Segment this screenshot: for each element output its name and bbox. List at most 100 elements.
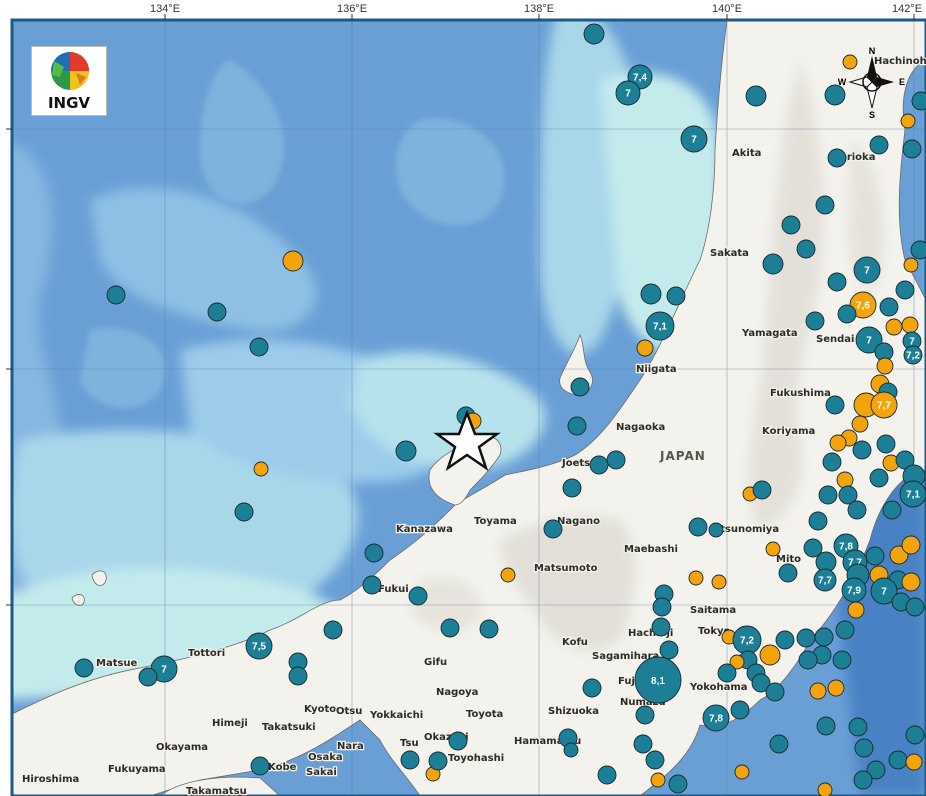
event-marker-deep[interactable] (666, 286, 686, 306)
event-marker-shallow[interactable] (809, 682, 827, 700)
event-marker-deep[interactable] (645, 750, 665, 770)
event-marker-shallow[interactable] (827, 679, 845, 697)
event-marker-shallow[interactable] (901, 535, 921, 555)
event-marker-deep[interactable] (250, 756, 270, 776)
event-marker-deep[interactable] (796, 628, 816, 648)
event-marker-deep[interactable] (364, 543, 384, 563)
event-marker-deep[interactable] (668, 774, 688, 794)
event-marker-deep[interactable] (869, 135, 889, 155)
event-marker-deep[interactable] (848, 717, 868, 737)
event-marker-deep[interactable] (815, 195, 835, 215)
event-marker-deep[interactable] (606, 450, 626, 470)
event-marker-deep[interactable] (323, 620, 343, 640)
event-marker-shallow[interactable] (851, 415, 869, 433)
event-marker-deep[interactable] (659, 640, 679, 660)
event-marker-shallow[interactable] (711, 574, 727, 590)
event-marker-shallow[interactable] (847, 601, 865, 619)
event-marker-deep[interactable] (869, 468, 889, 488)
event-marker-deep[interactable] (876, 434, 896, 454)
event-marker-deep[interactable] (827, 148, 847, 168)
event-marker-deep[interactable] (440, 618, 460, 638)
event-marker-shallow[interactable] (500, 567, 516, 583)
event-marker-shallow[interactable] (282, 250, 304, 272)
event-marker-shallow[interactable] (885, 318, 903, 336)
event-marker-shallow[interactable] (901, 572, 921, 592)
event-marker-deep[interactable] (902, 139, 922, 159)
event-marker-shallow[interactable] (253, 461, 269, 477)
event-marker-deep[interactable] (448, 731, 468, 751)
event-marker-deep[interactable] (781, 215, 801, 235)
event-marker-deep[interactable] (905, 725, 925, 745)
event-marker-deep[interactable] (879, 297, 899, 317)
event-marker-deep[interactable] (814, 627, 834, 647)
event-marker-deep[interactable] (910, 240, 926, 260)
event-marker-deep[interactable] (730, 700, 750, 720)
event-marker-deep[interactable] (808, 511, 828, 531)
event-marker-deep[interactable] (138, 667, 158, 687)
event-marker-deep[interactable] (428, 751, 448, 771)
event-marker-shallow[interactable] (734, 764, 750, 780)
event-marker-deep[interactable] (835, 620, 855, 640)
event-marker-deep[interactable] (745, 85, 767, 107)
event-marker-deep[interactable] (543, 519, 563, 539)
event-marker-shallow[interactable] (636, 339, 654, 357)
event-marker-deep[interactable] (818, 485, 838, 505)
event-marker-deep[interactable] (778, 563, 798, 583)
event-marker-deep[interactable] (562, 478, 582, 498)
event-marker-deep[interactable] (827, 272, 847, 292)
event-marker-deep[interactable] (769, 734, 789, 754)
event-marker-deep[interactable] (762, 253, 784, 275)
event-marker-deep[interactable] (888, 750, 908, 770)
event-marker-deep[interactable] (882, 500, 902, 520)
event-marker-deep[interactable] (635, 705, 655, 725)
event-marker-deep[interactable] (651, 617, 671, 637)
event-marker-shallow[interactable] (905, 753, 923, 771)
event-marker-deep[interactable] (708, 522, 724, 538)
event-marker-deep[interactable] (597, 765, 617, 785)
event-marker-deep[interactable] (640, 283, 662, 305)
event-marker-deep[interactable] (865, 546, 885, 566)
event-marker-deep[interactable] (234, 502, 254, 522)
event-marker-shallow[interactable] (688, 570, 704, 586)
event-marker-deep[interactable] (288, 666, 308, 686)
event-marker-deep[interactable] (847, 500, 867, 520)
event-marker-deep[interactable] (582, 678, 602, 698)
event-marker-deep[interactable] (567, 416, 587, 436)
event-marker-deep[interactable] (816, 716, 836, 736)
event-marker-shallow[interactable] (759, 644, 781, 666)
event-marker-deep[interactable] (825, 395, 845, 415)
event-marker-deep[interactable] (765, 682, 785, 702)
event-marker-deep[interactable] (911, 91, 926, 111)
event-marker-deep[interactable] (362, 575, 382, 595)
event-marker-deep[interactable] (824, 84, 846, 106)
event-marker-deep[interactable] (395, 440, 417, 462)
event-marker-deep[interactable] (570, 377, 590, 397)
event-marker-deep[interactable] (832, 650, 852, 670)
event-marker-deep[interactable] (798, 650, 818, 670)
event-marker-deep[interactable] (796, 239, 816, 259)
event-marker-deep[interactable] (207, 302, 227, 322)
event-marker-deep[interactable] (854, 738, 874, 758)
event-marker-shallow[interactable] (876, 357, 894, 375)
event-marker-deep[interactable] (905, 597, 925, 617)
map-view[interactable]: 134°E 136°E 138°E 140°E 142°E Hachinohe … (0, 0, 926, 796)
event-marker-deep[interactable] (717, 663, 737, 683)
event-marker-shallow[interactable] (903, 257, 919, 273)
event-marker-deep[interactable] (895, 280, 915, 300)
event-marker-deep[interactable] (589, 455, 609, 475)
event-marker-shallow[interactable] (900, 113, 916, 129)
event-marker-deep[interactable] (852, 440, 872, 460)
event-marker-deep[interactable] (837, 304, 857, 324)
event-marker-deep[interactable] (688, 517, 708, 537)
event-marker-deep[interactable] (633, 734, 653, 754)
event-marker-shallow[interactable] (650, 772, 666, 788)
event-marker-shallow[interactable] (765, 541, 781, 557)
event-marker-deep[interactable] (408, 586, 428, 606)
event-marker-deep[interactable] (752, 480, 772, 500)
event-marker-deep[interactable] (652, 597, 672, 617)
event-marker-deep[interactable] (583, 23, 605, 45)
event-marker-shallow[interactable] (901, 316, 919, 334)
event-marker-shallow[interactable] (836, 471, 854, 489)
event-marker-deep[interactable] (805, 311, 825, 331)
event-marker-shallow[interactable] (829, 434, 847, 452)
